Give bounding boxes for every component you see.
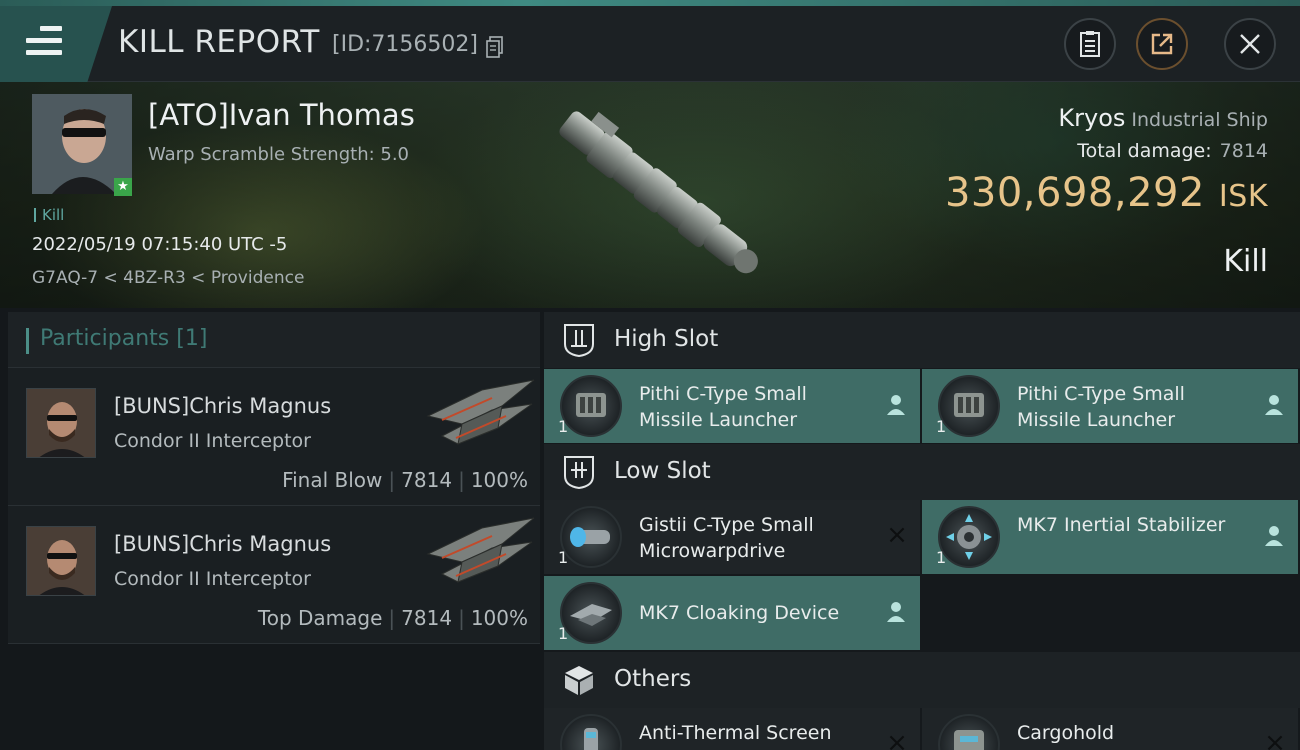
module-item[interactable]: Anti-Thermal Screen × [544, 708, 920, 750]
participant-damage: 7814 [401, 606, 453, 630]
victim-ship-class: Industrial Ship [1131, 109, 1268, 131]
share-icon [1151, 33, 1173, 55]
participant-role: Final Blow [282, 468, 383, 492]
close-icon [1240, 34, 1260, 54]
missile-launcher-icon [938, 375, 1000, 437]
victim-ship-image[interactable] [530, 84, 780, 304]
cloaking-device-icon [560, 582, 622, 644]
module-name: MK7 Inertial Stabilizer [1017, 514, 1226, 536]
close-button[interactable] [1224, 18, 1276, 70]
participant-role: Top Damage [257, 606, 383, 630]
share-button[interactable] [1136, 18, 1188, 70]
header-bar: KILL REPORT [ID:7156502] [0, 6, 1300, 82]
kill-location[interactable]: G7AQ-7 < 4BZ-R3 < Providence [32, 268, 304, 288]
module-name: MK7 Cloaking Device [639, 602, 840, 624]
victim-ship-name[interactable]: Kryos Industrial Ship [1058, 104, 1268, 132]
clipboard-icon [1080, 31, 1100, 57]
module-name: Pithi C-Type Small Missile Launcher [1017, 383, 1185, 431]
total-damage: Total damage: 7814 [1077, 140, 1268, 162]
participant-ship: Condor II Interceptor [114, 568, 311, 590]
low-slot-header: Low Slot [544, 444, 1300, 500]
high-slot-header: High Slot [544, 312, 1300, 368]
participants-header[interactable]: Participants [1] [8, 312, 540, 368]
participant-percent: 100% [470, 606, 528, 630]
victim-name[interactable]: [ATO]Ivan Thomas [148, 98, 415, 132]
isk-value: 330,698,292 ISK [944, 170, 1268, 216]
participant-damage: 7814 [401, 468, 453, 492]
others-label: Others [614, 666, 692, 692]
fitting-panel: High Slot 1 Pithi C-Type Small Missile L… [544, 312, 1300, 750]
high-slot-label: High Slot [614, 326, 719, 352]
low-slot-label: Low Slot [614, 458, 711, 484]
module-item[interactable]: Cargohold × [922, 708, 1298, 750]
participants-label: Participants [1] [40, 326, 208, 351]
participant-row[interactable]: [BUNS]Chris Magnus Condor II Interceptor… [8, 368, 540, 506]
participant-row[interactable]: [BUNS]Chris Magnus Condor II Interceptor… [8, 506, 540, 644]
module-item[interactable]: 1 Pithi C-Type Small Missile Launcher [922, 369, 1298, 443]
copy-icon[interactable] [486, 36, 504, 58]
low-slot-icon [564, 456, 594, 490]
hamburger-icon [26, 26, 62, 56]
participant-percent: 100% [470, 468, 528, 492]
menu-button[interactable] [0, 6, 112, 82]
module-item[interactable]: 1 Gistii C-Type Small Microwarpdrive × [544, 500, 920, 574]
microwarpdrive-icon [560, 506, 622, 568]
participant-avatar [26, 526, 96, 596]
destroyed-x-icon: × [1264, 728, 1286, 750]
missile-launcher-icon [560, 375, 622, 437]
fitted-person-icon [1265, 395, 1283, 415]
total-damage-value: 7814 [1219, 140, 1268, 162]
participants-accent-bar [26, 328, 29, 354]
page-title: KILL REPORT [118, 24, 320, 60]
destroyed-x-icon: × [886, 728, 908, 750]
module-quantity: 1 [558, 624, 569, 643]
others-header: Others [544, 652, 1300, 708]
module-quantity: 1 [936, 548, 947, 567]
isk-unit: ISK [1218, 179, 1268, 214]
fitted-person-icon [1265, 526, 1283, 546]
participant-stats: Top Damage | 7814 | 100% [257, 606, 528, 630]
clipboard-button[interactable] [1064, 18, 1116, 70]
module-item[interactable]: 1 MK7 Inertial Stabilizer [922, 500, 1298, 574]
module-name: Anti-Thermal Screen [639, 722, 832, 744]
participant-avatar [26, 388, 96, 458]
kill-result: Kill [1223, 244, 1268, 279]
kill-date: 2022/05/19 07:15:40 UTC -5 [32, 234, 288, 255]
warp-scramble-strength: Warp Scramble Strength: 5.0 [148, 144, 410, 165]
star-badge-icon: ★ [114, 178, 132, 196]
module-quantity: 1 [936, 417, 947, 436]
module-quantity: 1 [558, 548, 569, 567]
module-item[interactable]: 1 Pithi C-Type Small Missile Launcher [544, 369, 920, 443]
participant-ship: Condor II Interceptor [114, 430, 311, 452]
participant-stats: Final Blow | 7814 | 100% [282, 468, 528, 492]
fitted-person-icon [887, 602, 905, 622]
anti-thermal-screen-icon [560, 714, 622, 750]
module-item[interactable]: 1 MK7 Cloaking Device [544, 576, 920, 650]
participant-name: [BUNS]Chris Magnus [114, 394, 332, 418]
high-slot-icon [564, 324, 594, 358]
participants-panel: Participants [1] [BUNS]Chris Magnus Cond… [8, 312, 540, 750]
kill-tag: Kill [34, 206, 64, 224]
destroyed-x-icon: × [886, 520, 908, 550]
cargohold-icon [938, 714, 1000, 750]
module-name: Cargohold [1017, 722, 1115, 744]
report-id: [ID:7156502] [332, 32, 478, 57]
module-name: Gistii C-Type Small Microwarpdrive [639, 514, 814, 562]
cargo-box-icon [565, 666, 593, 695]
fitted-person-icon [887, 395, 905, 415]
inertial-stabilizer-icon [938, 506, 1000, 568]
victim-banner: ★ [ATO]Ivan Thomas Warp Scramble Strengt… [0, 82, 1300, 308]
participant-ship-image [426, 379, 535, 445]
module-quantity: 1 [558, 417, 569, 436]
module-name: Pithi C-Type Small Missile Launcher [639, 383, 807, 431]
participant-ship-image [426, 517, 535, 583]
participants-count: [1] [176, 326, 208, 351]
participant-name: [BUNS]Chris Magnus [114, 532, 332, 556]
